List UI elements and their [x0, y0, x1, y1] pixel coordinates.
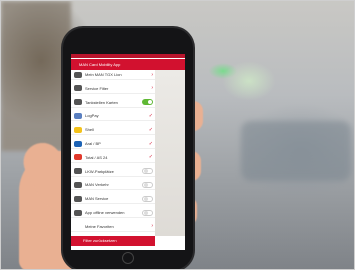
- toggle-switch[interactable]: [142, 99, 153, 106]
- total-logo-icon: [74, 154, 82, 161]
- menu-item-label: Service Filter: [85, 85, 109, 91]
- logpay-logo-icon: [74, 112, 82, 119]
- service-icon: [74, 195, 82, 202]
- map-view[interactable]: [155, 70, 185, 236]
- menu-item-label: MAN Verkehr: [85, 182, 109, 188]
- background-building: [1, 1, 71, 151]
- menu-item[interactable]: MAN Verkehr: [71, 180, 155, 191]
- aral-logo-icon: [74, 140, 82, 147]
- app-title-bar: MAN Card Mobility App: [71, 59, 185, 70]
- checkmark-icon[interactable]: ✓: [149, 141, 153, 147]
- menu-item[interactable]: Service Filter ›: [71, 84, 155, 94]
- photo-frame: MAN Card Mobility App Mein MAN TGX Lion ›…: [0, 0, 355, 270]
- menu-item-label: Shell: [85, 127, 94, 133]
- menu-item-label: LogPay: [85, 113, 99, 119]
- chevron-right-icon: ›: [151, 71, 153, 78]
- shell-logo-icon: [74, 126, 82, 133]
- chevron-right-icon: ›: [151, 85, 153, 92]
- toggle-switch[interactable]: [142, 209, 153, 216]
- app-title: MAN Card Mobility App: [79, 62, 121, 67]
- toggle-switch[interactable]: [142, 181, 153, 188]
- menu-item[interactable]: LogPay ✓: [71, 111, 155, 122]
- menu-item[interactable]: App offline verwenden: [71, 208, 155, 218]
- menu-item[interactable]: Meine Favoriten ›: [71, 222, 155, 232]
- menu-item[interactable]: Mein MAN TGX Lion ›: [71, 70, 155, 80]
- menu-item-label: MAN Service: [85, 196, 109, 202]
- reset-filter-button[interactable]: Filter zurücksetzen: [71, 236, 155, 246]
- menu-item[interactable]: MAN Service: [71, 194, 155, 205]
- chevron-right-icon: ›: [151, 223, 153, 230]
- toggle-switch[interactable]: [142, 195, 153, 202]
- home-button[interactable]: [122, 252, 134, 264]
- checkmark-icon[interactable]: ✓: [149, 113, 153, 119]
- menu-item-label: LKW-Parkplätze: [85, 168, 114, 174]
- menu-item[interactable]: Tankstellen Karten: [71, 98, 155, 108]
- menu-item-label: Aral / BP: [85, 141, 101, 146]
- checkmark-icon[interactable]: ✓: [149, 127, 153, 133]
- wrench-icon: [74, 85, 82, 92]
- wifi-icon: [74, 209, 82, 216]
- menu-item-label: Tankstellen Karten: [85, 99, 118, 105]
- parking-icon: [74, 168, 82, 175]
- menu-item-label: Total / AS 24: [85, 154, 108, 160]
- toggle-switch[interactable]: [142, 168, 153, 175]
- blank-icon: [74, 223, 82, 229]
- background-car: [241, 121, 351, 181]
- reset-filter-label: Filter zurücksetzen: [83, 238, 117, 243]
- menu-item[interactable]: Shell ✓: [71, 125, 155, 136]
- tools-icon: [74, 181, 82, 188]
- menu-item[interactable]: Aral / BP ✓: [71, 139, 155, 149]
- menu-item[interactable]: LKW-Parkplätze: [71, 167, 155, 177]
- menu-item[interactable]: Total / AS 24 ✓: [71, 153, 155, 163]
- truck-icon: [74, 71, 82, 78]
- menu-item-label: Mein MAN TGX Lion: [85, 72, 122, 77]
- checkmark-icon[interactable]: ✓: [149, 154, 153, 160]
- menu-item-label: Meine Favoriten: [85, 223, 114, 229]
- menu-item-label: App offline verwenden: [85, 210, 125, 215]
- fuel-pump-icon: [74, 99, 82, 106]
